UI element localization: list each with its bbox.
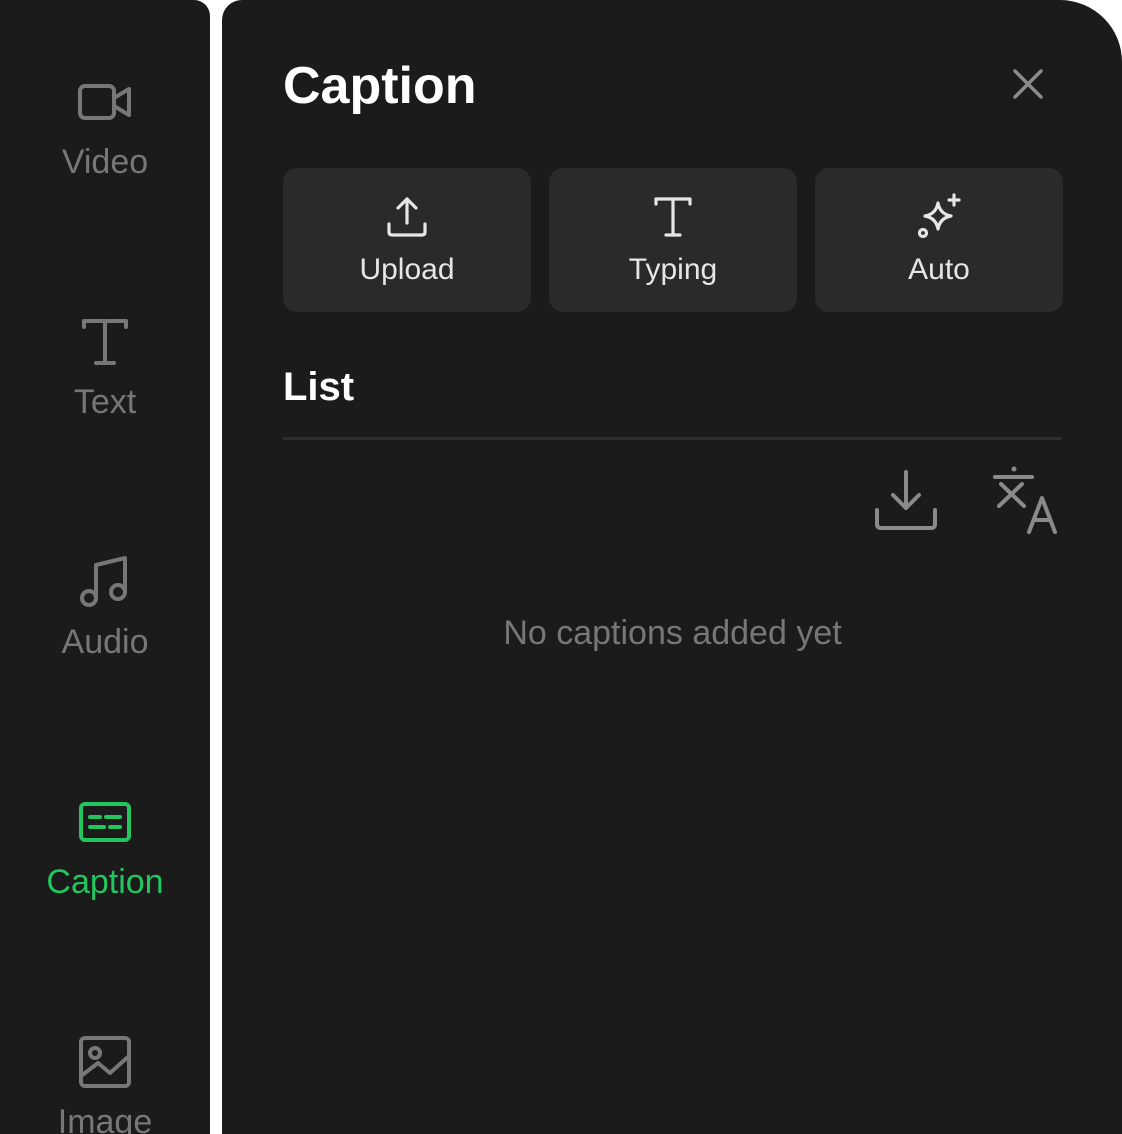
list-title: List (283, 365, 355, 409)
sidebar-item-label: Video (61, 143, 149, 181)
sidebar-item-video[interactable]: Video (0, 72, 210, 182)
auto-button[interactable]: Auto (815, 168, 1063, 312)
upload-label: Upload (359, 253, 455, 286)
translate-icon[interactable] (988, 462, 1064, 538)
sidebar-item-label: Audio (61, 623, 149, 661)
sparkle-icon (917, 193, 961, 239)
typing-label: Typing (628, 253, 718, 286)
page-title: Caption (283, 57, 477, 115)
empty-state-message: No captions added yet (503, 614, 842, 652)
sidebar: Video Text Audio Caption Image (0, 0, 210, 1134)
upload-icon (387, 197, 427, 237)
image-icon (79, 1036, 131, 1088)
caption-icon (79, 802, 131, 842)
sidebar-item-audio[interactable]: Audio (0, 552, 210, 662)
sidebar-item-label: Text (73, 383, 137, 421)
text-icon (654, 197, 692, 237)
typing-button[interactable]: Typing (549, 168, 797, 312)
auto-label: Auto (908, 253, 970, 286)
caption-panel: Caption Upload Typing Auto List No capti… (222, 0, 1122, 1134)
sidebar-item-label: Image (57, 1103, 153, 1134)
music-note-icon (80, 556, 127, 607)
sidebar-item-label: Caption (46, 863, 164, 901)
sidebar-item-caption[interactable]: Caption (0, 792, 210, 902)
sidebar-item-image[interactable]: Image (0, 1032, 210, 1134)
video-camera-icon (78, 84, 131, 120)
close-icon[interactable] (1002, 58, 1054, 110)
upload-button[interactable]: Upload (283, 168, 531, 312)
divider (283, 437, 1062, 440)
download-icon[interactable] (868, 462, 944, 538)
sidebar-item-text[interactable]: Text (0, 312, 210, 422)
text-icon (82, 319, 128, 365)
